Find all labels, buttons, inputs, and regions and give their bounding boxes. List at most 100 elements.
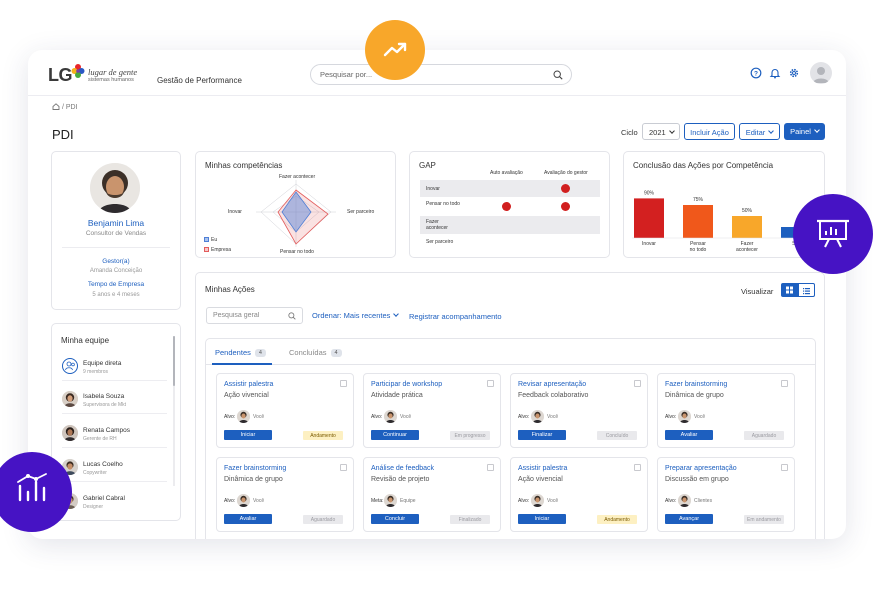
- action-card[interactable]: Fazer brainstorming Dinâmica de grupo Alvo…: [657, 373, 795, 448]
- manager-value: Amanda Conceição: [89, 268, 143, 274]
- person-photo-icon: [62, 391, 78, 407]
- action-card[interactable]: Assistir palestra Ação vivencial Alvo: Você…: [216, 373, 354, 448]
- action-card-avatar: [531, 410, 544, 423]
- action-card-button[interactable]: Concluir: [371, 514, 419, 524]
- legend-eu-label: Eu: [211, 237, 218, 243]
- action-card-meta-label: Alvo:: [224, 414, 236, 420]
- action-card-checkbox[interactable]: [781, 464, 788, 471]
- action-card-button[interactable]: Avaliar: [665, 430, 713, 440]
- team-member-sub: Copywriter: [83, 470, 107, 476]
- registrar-link[interactable]: Registrar acompanhamento: [409, 312, 502, 321]
- action-card[interactable]: Preparar apresentação Discussão em grupo A…: [657, 457, 795, 532]
- action-card[interactable]: Análise de feedback Revisão de projeto Met…: [363, 457, 501, 532]
- action-card-meta-label: Alvo:: [665, 498, 677, 504]
- chevron-down-icon: [814, 127, 820, 133]
- action-card[interactable]: Fazer brainstorming Dinâmica de grupo Alvo…: [216, 457, 354, 532]
- gap-dot-gestor-inovar: [561, 184, 570, 193]
- painel-button[interactable]: Painel: [784, 123, 825, 140]
- person-photo-icon: [678, 410, 691, 423]
- action-card-button[interactable]: Finalizar: [518, 430, 566, 440]
- action-card-title[interactable]: Participar de workshop: [371, 381, 442, 388]
- incluir-acao-button[interactable]: Incluir Ação: [684, 123, 735, 140]
- action-card-checkbox[interactable]: [340, 380, 347, 387]
- action-card-status: Aguardado: [303, 515, 343, 524]
- team-item-lucas[interactable]: Lucas Coelho Copywriter: [62, 455, 167, 482]
- global-search-input[interactable]: [320, 70, 540, 79]
- team-item-gabriel[interactable]: Gabriel Cabral Designer: [62, 489, 167, 516]
- team-member-sub: 9 membros: [83, 369, 109, 375]
- action-card-title[interactable]: Revisar apresentação: [518, 381, 586, 388]
- profile-card: Benjamin Lima Consultor de Vendas Gestor…: [51, 151, 181, 310]
- gear-icon[interactable]: [788, 67, 800, 79]
- tab-concluidas[interactable]: Concluídas 4: [289, 348, 342, 358]
- action-card-title[interactable]: Assistir palestra: [518, 465, 567, 472]
- action-card-button[interactable]: Iniciar: [518, 514, 566, 524]
- grid-view-button[interactable]: [781, 283, 798, 297]
- tenure-label: Tempo de Empresa: [87, 281, 145, 288]
- list-icon: [803, 288, 810, 295]
- help-icon[interactable]: ?: [750, 67, 762, 79]
- gap-row-label: Pensar no todo: [426, 201, 460, 207]
- presentation-chart-icon: [817, 219, 849, 248]
- action-card-button[interactable]: Avançar: [665, 514, 713, 524]
- editar-button[interactable]: Editar: [739, 123, 780, 140]
- action-card-subtitle: Discussão em grupo: [665, 476, 729, 483]
- team-item-renata[interactable]: Renata Campos Gerente de RH: [62, 421, 167, 448]
- action-card-title[interactable]: Análise de feedback: [371, 465, 434, 472]
- action-card-title[interactable]: Preparar apresentação: [665, 465, 737, 472]
- user-avatar[interactable]: [810, 62, 832, 84]
- team-item-equipe-direta[interactable]: Equipe direta 9 membros: [62, 354, 167, 381]
- action-card-subtitle: Feedback colaborativo: [518, 392, 589, 399]
- action-card-checkbox[interactable]: [487, 380, 494, 387]
- cycle-label: Ciclo: [621, 128, 638, 137]
- team-item-isabela[interactable]: Isabela Souza Supervisora de Mkt: [62, 387, 167, 414]
- search-icon[interactable]: [288, 312, 296, 320]
- ordenar-dropdown[interactable]: Ordenar: Mais recentes: [312, 311, 400, 320]
- action-card-button[interactable]: Iniciar: [224, 430, 272, 440]
- team-avatar: [62, 425, 78, 441]
- action-card[interactable]: Revisar apresentação Feedback colaborativ…: [510, 373, 648, 448]
- action-card-meta-label: Alvo:: [665, 414, 677, 420]
- action-card-checkbox[interactable]: [487, 464, 494, 471]
- action-card-status: Em andamento: [744, 515, 784, 524]
- team-member-name: Gabriel Cabral: [83, 495, 125, 502]
- profile-name[interactable]: Benjamin Lima: [52, 218, 180, 228]
- search-icon[interactable]: [553, 70, 563, 80]
- team-scrollbar-track[interactable]: [173, 336, 175, 486]
- gap-row-fazer: Fazer acontecer: [420, 216, 600, 234]
- action-card-subtitle: Revisão de projeto: [371, 476, 430, 483]
- action-card[interactable]: Participar de workshop Atividade prática A…: [363, 373, 501, 448]
- list-view-button[interactable]: [798, 283, 815, 297]
- radar-chart: [256, 180, 336, 247]
- analytics-chart-icon: [17, 473, 47, 502]
- action-card-button[interactable]: Continuar: [371, 430, 419, 440]
- action-card-checkbox[interactable]: [634, 380, 641, 387]
- acoes-search[interactable]: [206, 307, 303, 324]
- tenure-value: 5 anos e 4 meses: [92, 292, 140, 298]
- logo-tagline: lugar de gente: [88, 67, 138, 77]
- bell-icon[interactable]: [769, 67, 781, 79]
- bar-category-label: acontecer: [736, 247, 758, 253]
- bar-value-label: 50%: [742, 208, 753, 214]
- tab-pendentes[interactable]: Pendentes 4: [215, 348, 266, 358]
- gap-title: GAP: [419, 161, 436, 170]
- home-icon[interactable]: [52, 103, 60, 110]
- cycle-select[interactable]: 2021: [642, 123, 680, 140]
- action-card-checkbox[interactable]: [340, 464, 347, 471]
- action-card-checkbox[interactable]: [634, 464, 641, 471]
- acoes-search-input[interactable]: [213, 312, 288, 319]
- grid-icon: [786, 286, 793, 294]
- team-scrollbar-thumb[interactable]: [173, 336, 175, 386]
- person-photo-icon: [237, 494, 250, 507]
- action-card-title[interactable]: Assistir palestra: [224, 381, 273, 388]
- action-card-avatar: [384, 494, 397, 507]
- action-card-title[interactable]: Fazer brainstorming: [224, 465, 286, 472]
- action-card[interactable]: Assistir palestra Ação vivencial Alvo: Você…: [510, 457, 648, 532]
- action-card-title[interactable]: Fazer brainstorming: [665, 381, 727, 388]
- action-card-subtitle: Dinâmica de grupo: [665, 392, 724, 399]
- breadcrumb-text[interactable]: / PDI: [62, 104, 78, 111]
- global-search[interactable]: [310, 64, 572, 85]
- action-card-checkbox[interactable]: [781, 380, 788, 387]
- action-card-button[interactable]: Avaliar: [224, 514, 272, 524]
- chevron-down-icon: [768, 128, 775, 134]
